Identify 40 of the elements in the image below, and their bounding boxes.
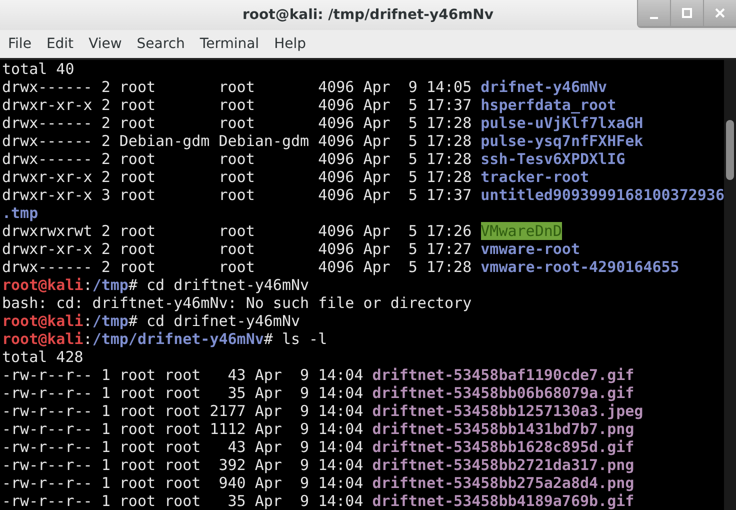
terminal-line: drwxrwxrwt 2 root root 4096 Apr 5 17:26 VMwareDnD	[1, 222, 562, 240]
terminal-line: root@kali:/tmp/drifnet-y46mNv# ls -l	[1, 330, 328, 348]
terminal-line: drwx------ 2 Debian-gdm Debian-gdm 4096 Apr 5 17:28 pulse-ysq7nfFXHFek	[1, 132, 644, 150]
terminal-line: drwx------ 2 root root 4096 Apr 5 17:28 vmware-root-4290164655	[1, 258, 680, 276]
menu-item[interactable]: View	[88, 36, 122, 52]
terminal-line: drwxr-xr-x 2 root root 4096 Apr 5 17:28 tracker-root	[1, 168, 590, 186]
menu-item[interactable]: File	[8, 36, 32, 52]
terminal-line: bash: cd: driftnet-y46mNv: No such file or directory	[1, 294, 472, 312]
terminal-line: -rw-r--r-- 1 root root 1112 Apr 9 14:04 driftnet-53458bb1431bd7b7.png	[1, 420, 634, 438]
menu-item[interactable]: Help	[274, 36, 306, 52]
terminal-line: drwxr-xr-x 2 root root 4096 Apr 5 17:27 vmware-root	[1, 240, 580, 258]
terminal-line: -rw-r--r-- 1 root root 35 Apr 9 14:04 driftnet-53458bb4189a769b.gif	[1, 492, 634, 510]
terminal-line: root@kali:/tmp# cd drifnet-y46mNv	[1, 312, 300, 330]
terminal-line: -rw-r--r-- 1 root root 2177 Apr 9 14:04 driftnet-53458bb1257130a3.jpeg	[1, 402, 644, 420]
minimize-icon	[650, 16, 658, 18]
terminal-line: root@kali:/tmp# cd driftnet-y46mNv	[1, 276, 310, 294]
scrollbar-thumb[interactable]	[726, 120, 734, 180]
terminal-line: drwx------ 2 root root 4096 Apr 5 17:28 ssh-Tesv6XPDXlIG	[1, 150, 626, 168]
terminal-line: total 428	[1, 348, 84, 366]
terminal-line: drwx------ 2 root root 4096 Apr 5 17:28 pulse-uVjKlf7lxaGH	[1, 114, 644, 132]
terminal-line: -rw-r--r-- 1 root root 35 Apr 9 14:04 driftnet-53458bb06b68079a.gif	[1, 384, 634, 402]
menu-item[interactable]: Terminal	[200, 36, 260, 52]
terminal-line: .tmp	[1, 204, 38, 222]
menu-item[interactable]: Edit	[46, 36, 74, 52]
terminal-line: -rw-r--r-- 1 root root 392 Apr 9 14:04 driftnet-53458bb2721da317.png	[1, 456, 634, 474]
terminal-line: -rw-r--r-- 1 root root 940 Apr 9 14:04 driftnet-53458bb275a2a8d4.png	[1, 474, 634, 492]
menu-item[interactable]: Search	[136, 36, 185, 52]
maximize-button[interactable]	[671, 0, 703, 26]
terminal-line: drwx------ 2 root root 4096 Apr 9 14:05 drifnet-y46mNv	[1, 78, 608, 96]
terminal-line: -rw-r--r-- 1 root root 43 Apr 9 14:04 driftnet-53458bb1628c895d.gif	[1, 438, 634, 456]
terminal-line: -rw-r--r-- 1 root root 43 Apr 9 14:04 driftnet-53458baf1190cde7.gif	[1, 366, 634, 384]
window-title: root@kali: /tmp/drifnet-y46mNv	[242, 7, 494, 23]
minimize-button[interactable]	[638, 0, 670, 26]
close-icon	[714, 7, 726, 19]
close-button[interactable]	[704, 0, 736, 26]
terminal-line: drwxr-xr-x 2 root root 4096 Apr 5 17:37 hsperfdata_root	[1, 96, 616, 114]
terminal-line: total 40	[1, 60, 74, 78]
maximize-icon	[681, 7, 693, 19]
terminal-line: drwxr-xr-x 3 root root 4096 Apr 5 17:37 untitled9093999168100372936	[1, 186, 724, 204]
scrollbar[interactable]	[724, 60, 736, 510]
